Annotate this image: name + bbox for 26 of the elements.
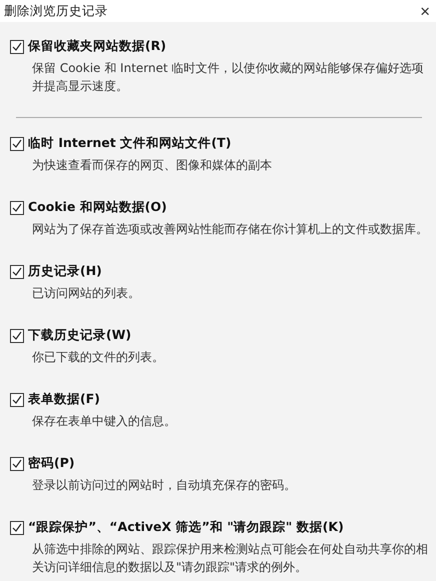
checkbox[interactable]: [10, 136, 24, 150]
checkbox[interactable]: [10, 40, 24, 54]
option-label[interactable]: 下载历史记录(W): [28, 327, 132, 344]
option-label[interactable]: 密码(P): [28, 455, 75, 472]
option-description: 已访问网站的列表。: [32, 285, 141, 302]
option-description: 网站为了保存首选项或改善网站性能而存储在你计算机上的文件或数据库。: [32, 221, 429, 238]
option-description: 你已下载的文件的列表。: [32, 349, 165, 366]
option-description: 为快速查看而保存的网页、图像和媒体的副本: [32, 157, 273, 174]
option-label[interactable]: 临时 Internet 文件和网站文件(T): [28, 135, 232, 152]
option-description: 从筛选中排除的网站、跟踪保护用来检测站点可能会在何处自动共享你的相关访问详细信息的数据以及"请勿跟踪"请求的例外。: [32, 541, 429, 576]
checkbox[interactable]: [10, 392, 24, 406]
option-description: 登录以前访问过的网站时，自动填充保存的密码。: [32, 477, 297, 494]
checkbox[interactable]: [10, 200, 24, 214]
window-title: 删除浏览历史记录: [4, 2, 108, 20]
checkbox[interactable]: [10, 264, 24, 278]
checkbox[interactable]: [10, 456, 24, 470]
option-label[interactable]: “跟踪保护”、“ActiveX 筛选”和 "请勿跟踪" 数据(K): [28, 519, 344, 536]
close-button[interactable]: ×: [420, 2, 430, 20]
option-label[interactable]: 历史记录(H): [28, 263, 102, 280]
option-description: 保留 Cookie 和 Internet 临时文件，以使你收藏的网站能够保存偏好选项并提高显示速度。: [32, 60, 425, 95]
option-description: 保存在表单中键入的信息。: [32, 413, 177, 430]
option-label[interactable]: Cookie 和网站数据(O): [28, 199, 167, 216]
option-label[interactable]: 保留收藏夹网站数据(R): [28, 38, 166, 55]
checkbox[interactable]: [10, 328, 24, 342]
option-label[interactable]: 表单数据(F): [28, 391, 100, 408]
checkbox[interactable]: [10, 520, 24, 534]
